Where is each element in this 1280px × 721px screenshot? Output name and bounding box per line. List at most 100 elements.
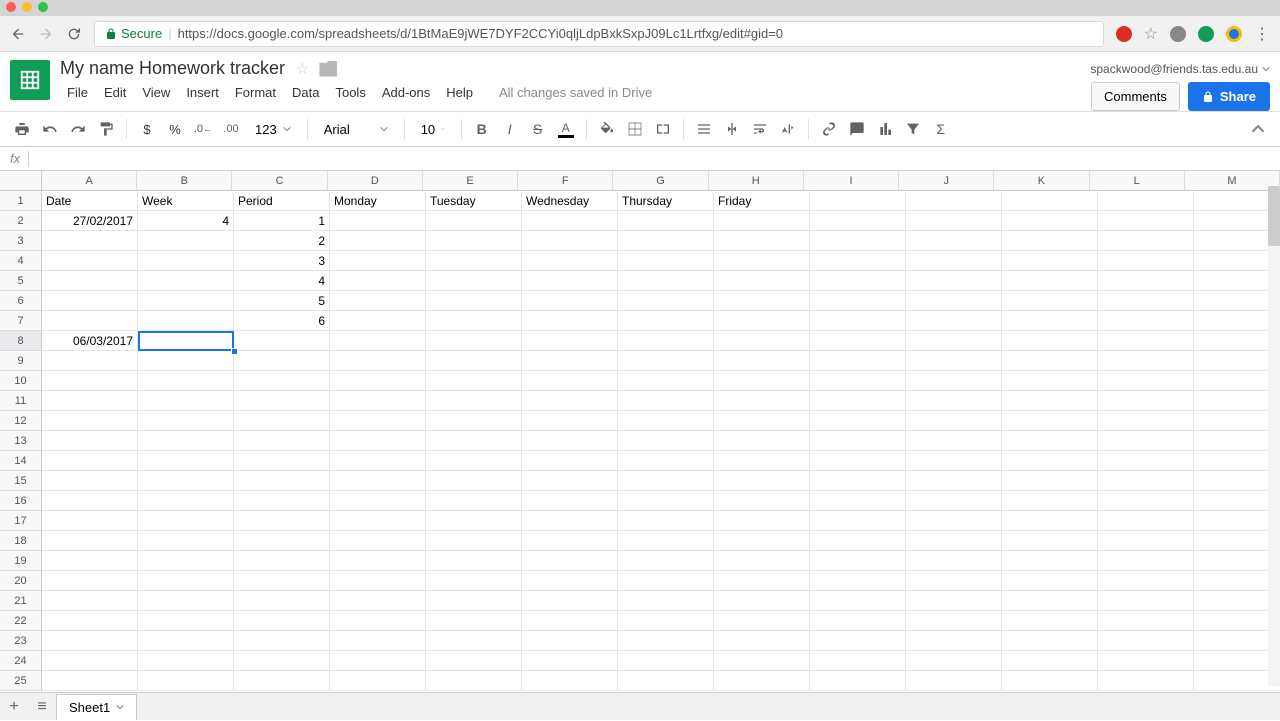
cell[interactable] <box>330 331 426 351</box>
cell[interactable] <box>906 671 1002 691</box>
cell[interactable] <box>714 511 810 531</box>
cell[interactable] <box>714 471 810 491</box>
cell[interactable] <box>618 311 714 331</box>
cell[interactable] <box>138 271 234 291</box>
comments-button[interactable]: Comments <box>1091 82 1180 111</box>
cell[interactable] <box>1098 471 1194 491</box>
cell[interactable] <box>426 551 522 571</box>
cell[interactable] <box>906 331 1002 351</box>
cell[interactable] <box>1098 511 1194 531</box>
fill-handle[interactable] <box>231 348 238 355</box>
menu-help[interactable]: Help <box>439 83 480 102</box>
cell[interactable] <box>810 611 906 631</box>
column-header[interactable]: H <box>709 171 804 190</box>
cell[interactable] <box>426 291 522 311</box>
cell[interactable] <box>426 271 522 291</box>
cell[interactable] <box>810 511 906 531</box>
cell[interactable] <box>810 211 906 231</box>
cell[interactable] <box>906 291 1002 311</box>
column-header[interactable]: G <box>613 171 708 190</box>
cell[interactable] <box>1098 671 1194 691</box>
cell[interactable] <box>522 291 618 311</box>
cell[interactable] <box>714 391 810 411</box>
back-button[interactable] <box>10 26 26 42</box>
maximize-window-icon[interactable] <box>38 2 48 12</box>
row-header[interactable]: 1 <box>0 191 41 211</box>
text-wrap-icon[interactable] <box>748 117 772 141</box>
row-header[interactable]: 2 <box>0 211 41 231</box>
cell[interactable] <box>714 311 810 331</box>
cell[interactable] <box>234 471 330 491</box>
cell[interactable] <box>42 371 138 391</box>
cell[interactable] <box>810 471 906 491</box>
cell[interactable] <box>522 611 618 631</box>
cell[interactable] <box>234 511 330 531</box>
cell[interactable] <box>42 411 138 431</box>
percent-icon[interactable]: % <box>163 117 187 141</box>
cell[interactable] <box>714 331 810 351</box>
cell[interactable] <box>714 551 810 571</box>
cell[interactable] <box>330 371 426 391</box>
cell[interactable] <box>330 451 426 471</box>
cell[interactable] <box>618 571 714 591</box>
cell[interactable] <box>906 471 1002 491</box>
row-header[interactable]: 17 <box>0 511 41 531</box>
font-size-dropdown[interactable]: 10 <box>413 122 453 137</box>
cell[interactable] <box>714 531 810 551</box>
cell[interactable] <box>1098 271 1194 291</box>
column-header[interactable]: A <box>42 171 137 190</box>
cell[interactable] <box>906 571 1002 591</box>
cell[interactable] <box>1002 211 1098 231</box>
cell[interactable] <box>906 591 1002 611</box>
cell[interactable] <box>42 291 138 311</box>
cell[interactable] <box>1002 591 1098 611</box>
cell[interactable] <box>234 391 330 411</box>
insert-chart-icon[interactable] <box>873 117 897 141</box>
cell[interactable] <box>810 291 906 311</box>
cell[interactable] <box>810 531 906 551</box>
cell[interactable] <box>426 231 522 251</box>
menu-insert[interactable]: Insert <box>179 83 226 102</box>
cell[interactable] <box>330 651 426 671</box>
cell[interactable] <box>522 351 618 371</box>
cell[interactable] <box>618 211 714 231</box>
cell[interactable] <box>42 311 138 331</box>
cell[interactable] <box>714 571 810 591</box>
cell[interactable] <box>42 491 138 511</box>
extension-icon[interactable] <box>1116 26 1132 42</box>
insert-comment-icon[interactable] <box>845 117 869 141</box>
cell[interactable] <box>234 531 330 551</box>
cell[interactable] <box>810 391 906 411</box>
cell[interactable] <box>906 251 1002 271</box>
cell[interactable]: Thursday <box>618 191 714 211</box>
select-all-corner[interactable] <box>0 171 42 191</box>
merge-cells-icon[interactable] <box>651 117 675 141</box>
cell[interactable] <box>42 271 138 291</box>
cell[interactable] <box>522 331 618 351</box>
extension-icon-3[interactable] <box>1198 26 1214 42</box>
chrome-menu-icon[interactable]: ⋮ <box>1254 24 1270 44</box>
cell[interactable] <box>234 491 330 511</box>
cell[interactable] <box>330 671 426 691</box>
cell[interactable] <box>522 271 618 291</box>
cell[interactable] <box>714 211 810 231</box>
extension-icon-4[interactable] <box>1226 26 1242 42</box>
cell[interactable] <box>426 431 522 451</box>
row-header[interactable]: 4 <box>0 251 41 271</box>
cell[interactable] <box>906 411 1002 431</box>
cell[interactable] <box>138 291 234 311</box>
filter-icon[interactable] <box>901 117 925 141</box>
cell[interactable] <box>426 531 522 551</box>
cell[interactable] <box>906 551 1002 571</box>
menu-addons[interactable]: Add-ons <box>375 83 437 102</box>
cell[interactable] <box>1098 591 1194 611</box>
cell[interactable] <box>138 471 234 491</box>
cell[interactable] <box>522 491 618 511</box>
cell[interactable] <box>426 251 522 271</box>
cell[interactable] <box>426 451 522 471</box>
cell[interactable] <box>42 531 138 551</box>
cell[interactable] <box>42 451 138 471</box>
cell[interactable] <box>810 311 906 331</box>
star-icon[interactable]: ☆ <box>295 59 309 79</box>
cell[interactable] <box>1098 291 1194 311</box>
